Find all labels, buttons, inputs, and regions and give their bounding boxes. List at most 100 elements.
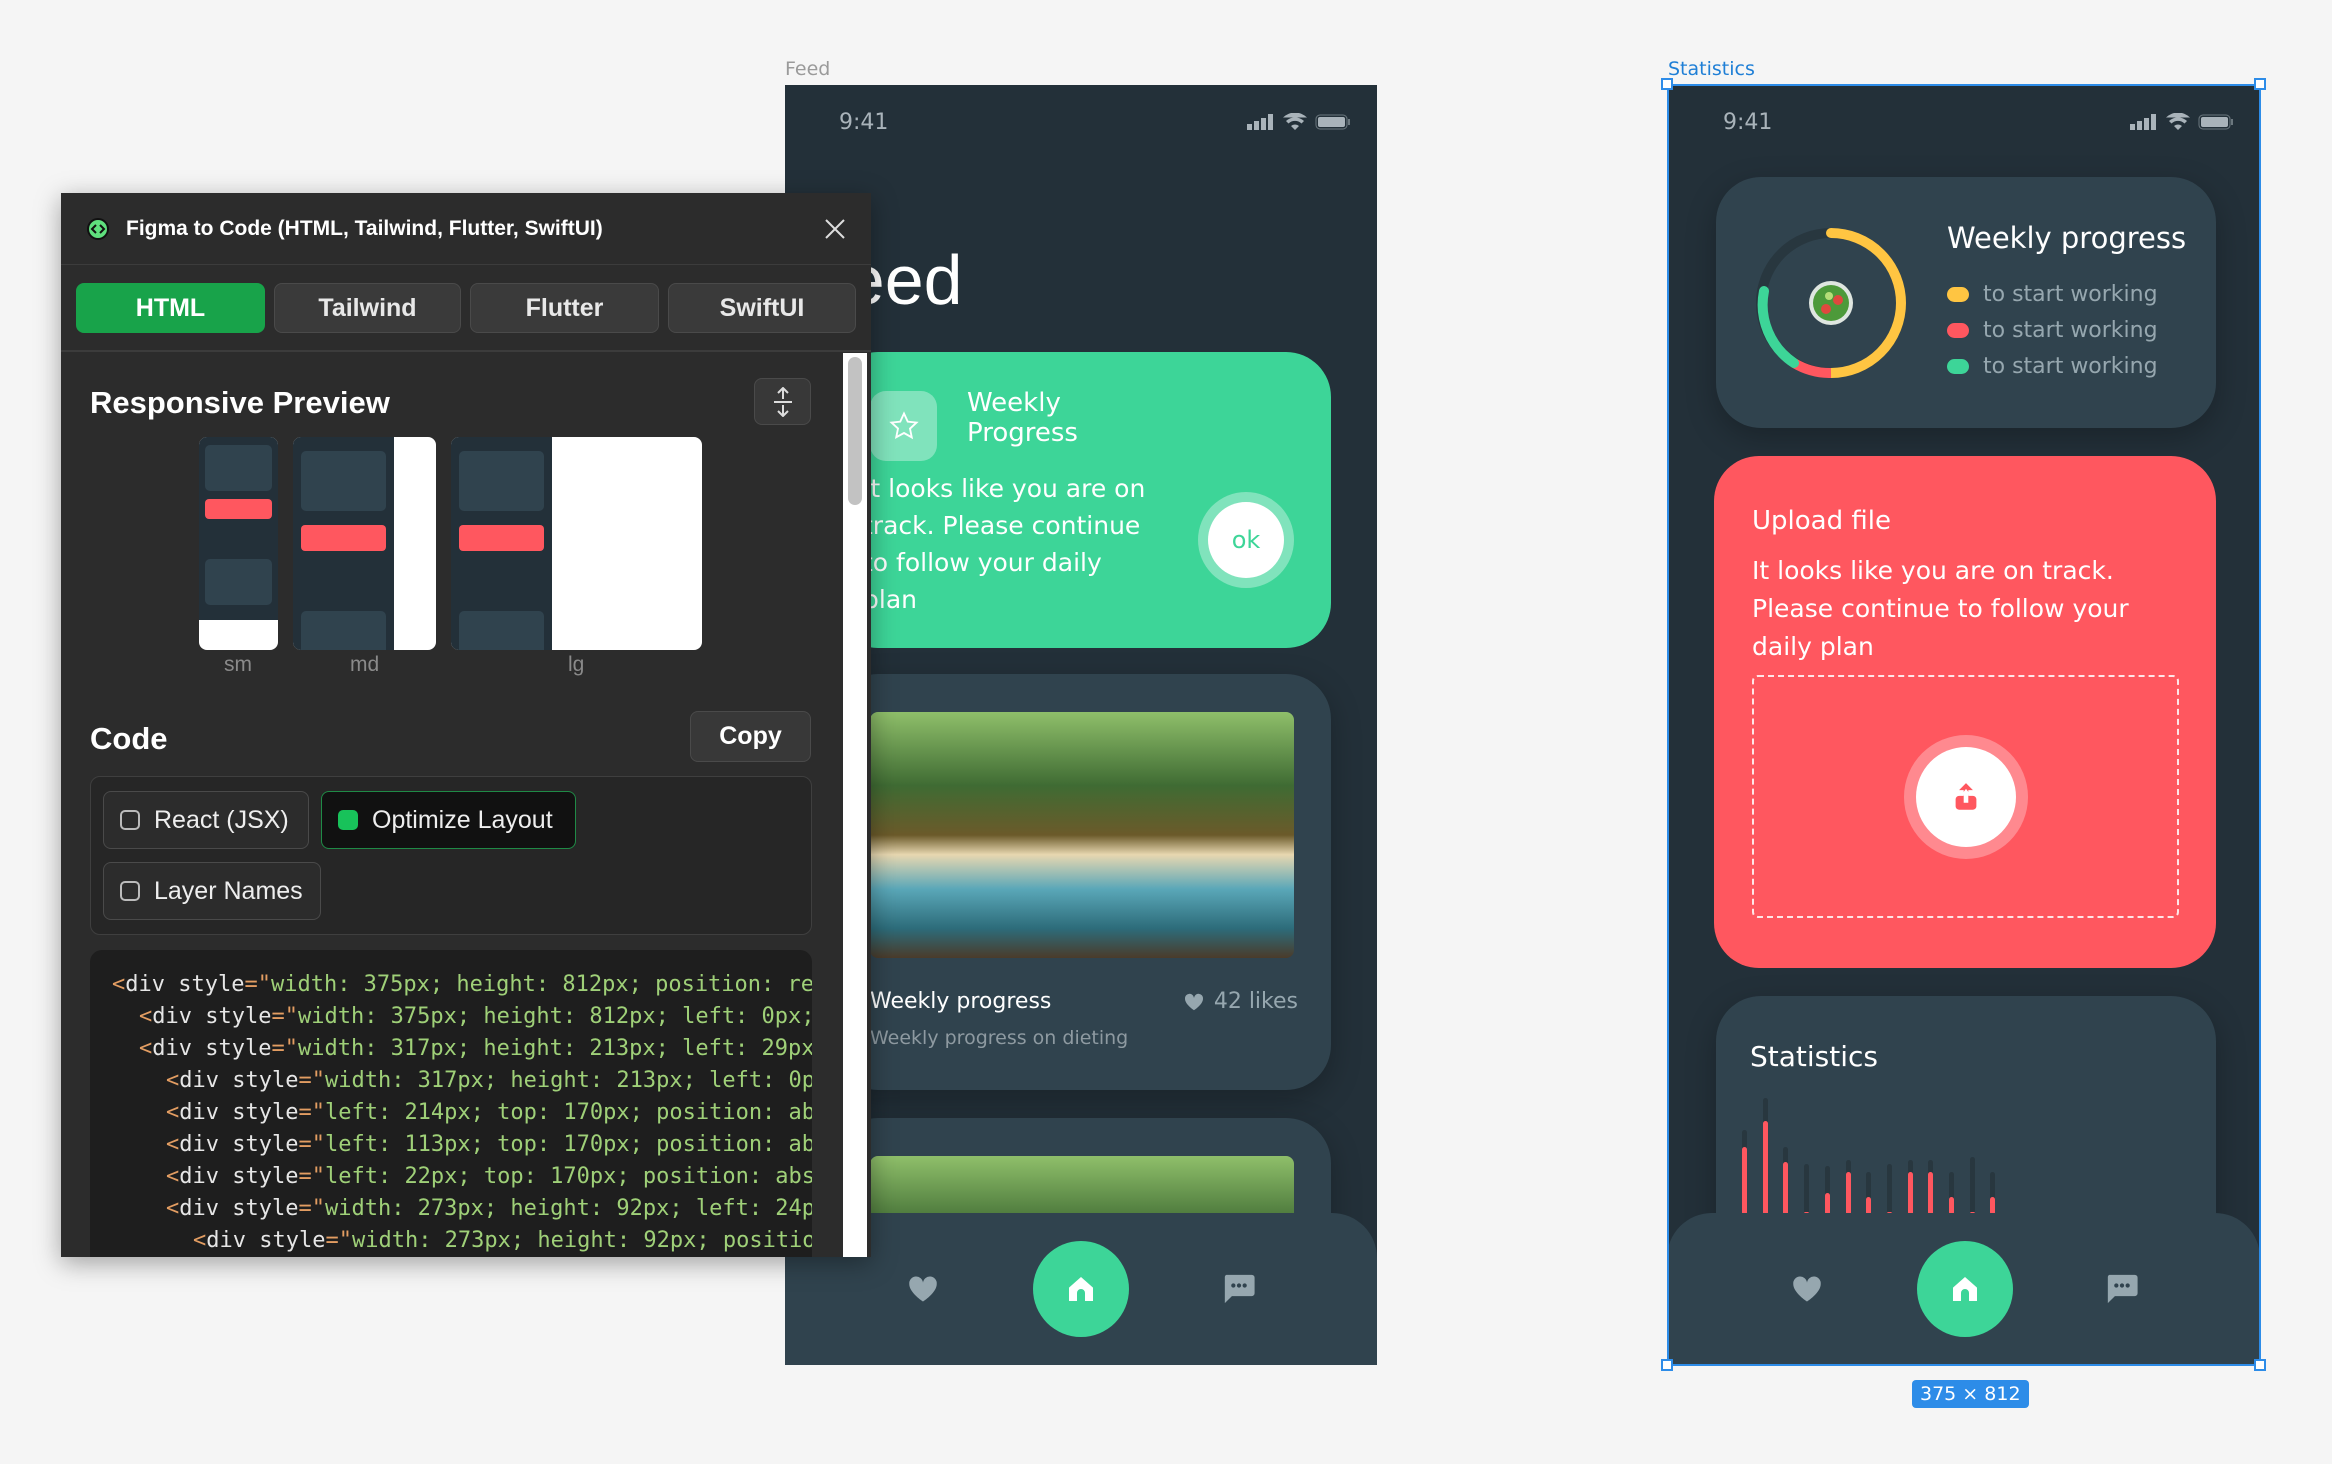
react-jsx-toggle[interactable]: React (JSX) <box>103 791 309 849</box>
weekly-progress-card[interactable]: Weekly progress to start working to star… <box>1716 177 2216 428</box>
plugin-header: Figma to Code (HTML, Tailwind, Flutter, … <box>61 193 871 265</box>
code-title: Code <box>90 721 168 756</box>
code-output[interactable]: <div style="width: 375px; height: 812px;… <box>90 950 812 1257</box>
tab-html[interactable]: HTML <box>76 283 265 333</box>
chat-icon[interactable] <box>1222 1273 1256 1305</box>
code-token: < <box>166 1132 180 1157</box>
tab-flutter[interactable]: Flutter <box>470 283 659 333</box>
size-badge: 375 × 812 <box>1912 1380 2029 1408</box>
code-token: < <box>112 972 126 997</box>
tab-swiftui[interactable]: SwiftUI <box>668 283 856 333</box>
wifi-icon <box>1283 113 1307 130</box>
legend-swatch <box>1947 286 1969 302</box>
status-icons <box>2130 113 2234 131</box>
drop-zone[interactable] <box>1752 675 2179 918</box>
code-token: div style <box>152 1036 272 1061</box>
resize-handle[interactable] <box>1661 1359 1673 1371</box>
code-token: < <box>166 1196 180 1221</box>
legend-label: to start working <box>1983 353 2158 379</box>
ok-button[interactable]: ok <box>1198 492 1294 588</box>
statistics-bars <box>1742 996 2042 1215</box>
frame-label-statistics[interactable]: Statistics <box>1668 58 1755 80</box>
signal-icon <box>2130 114 2156 130</box>
preview-lg[interactable] <box>451 437 702 650</box>
code-token: width: 317px; height: 213px; left: 0px <box>324 1068 812 1093</box>
scrollbar-track[interactable] <box>843 353 867 1257</box>
code-token: =" <box>271 1036 298 1061</box>
heart-icon[interactable] <box>1792 1275 1822 1303</box>
card-body: It looks like you are on track. Please c… <box>863 474 1146 614</box>
star-icon <box>870 391 937 461</box>
card-title: Weekly Progress <box>967 388 1078 448</box>
legend-item: to start working <box>1947 276 2158 312</box>
progress-donut <box>1756 228 1906 378</box>
code-token: width: 375px; height: 812px; position: r… <box>270 972 812 997</box>
code-token: =" <box>298 1100 325 1125</box>
wifi-icon <box>2166 113 2190 130</box>
heart-icon[interactable] <box>908 1275 938 1303</box>
code-line: <div style="left: 113px; top: 170px; pos… <box>166 1132 812 1157</box>
bar <box>1824 1193 1830 1215</box>
upload-card[interactable]: Upload file It looks like you are on tra… <box>1714 456 2216 968</box>
weekly-progress-card[interactable]: Weekly Progress It looks like you are on… <box>833 352 1331 648</box>
plugin-title: Figma to Code (HTML, Tailwind, Flutter, … <box>126 217 603 240</box>
home-button[interactable] <box>1033 1241 1129 1337</box>
resize-handle[interactable] <box>2254 78 2266 90</box>
close-icon[interactable] <box>824 218 846 240</box>
breakpoint-label: lg <box>568 653 585 676</box>
divider <box>61 350 871 352</box>
checkbox[interactable] <box>120 810 140 830</box>
preview-sm[interactable] <box>199 437 278 650</box>
resize-handle[interactable] <box>2254 1359 2266 1371</box>
expand-vertical-icon <box>773 386 792 417</box>
home-icon <box>1069 1277 1093 1301</box>
preview-md[interactable] <box>293 437 436 650</box>
figma-to-code-plugin: Figma to Code (HTML, Tailwind, Flutter, … <box>61 193 871 1257</box>
resize-handle[interactable] <box>1661 78 1673 90</box>
battery-icon <box>2198 114 2233 130</box>
frame-label-feed[interactable]: Feed <box>785 58 830 80</box>
checkbox[interactable] <box>120 881 140 901</box>
post-card[interactable]: Weekly progress Weekly progress on dieti… <box>833 674 1331 1090</box>
code-token: div style <box>152 1004 272 1029</box>
layer-names-toggle[interactable]: Layer Names <box>103 862 321 920</box>
code-token: width: 273px; height: 92px; left: 24px <box>324 1196 812 1221</box>
breakpoint-label: sm <box>224 653 252 676</box>
tab-tailwind[interactable]: Tailwind <box>274 283 461 333</box>
code-token: =" <box>325 1228 352 1253</box>
expand-button[interactable] <box>754 378 811 425</box>
scrollbar-thumb[interactable] <box>848 357 862 505</box>
post-title: Weekly progress <box>870 989 1052 1014</box>
checkbox-checked[interactable] <box>338 810 358 830</box>
upload-body: It looks like you are on track. Please c… <box>1752 556 2129 661</box>
code-token: =" <box>244 972 271 997</box>
upload-icon <box>1955 782 1976 810</box>
statistics-frame[interactable]: 9:41 Weekly progress to start working to… <box>1667 85 2260 1365</box>
heart-icon <box>1184 993 1203 1010</box>
optimize-layout-toggle[interactable]: Optimize Layout <box>321 791 576 849</box>
bar <box>1783 1162 1789 1215</box>
code-line: <div style="left: 214px; top: 170px; pos… <box>166 1100 812 1125</box>
feed-frame[interactable]: 9:41 Feed Weekly Progress It looks like … <box>785 85 1377 1365</box>
code-token: width: 273px; height: 92px; position <box>351 1228 812 1253</box>
chat-icon[interactable] <box>2105 1273 2139 1305</box>
legend-swatch <box>1947 358 1969 374</box>
code-token: =" <box>298 1164 325 1189</box>
bar <box>1742 1147 1747 1215</box>
code-token: div style <box>179 1100 299 1125</box>
code-token: =" <box>298 1068 325 1093</box>
option-label: Layer Names <box>154 876 303 905</box>
upload-button[interactable] <box>1903 734 2028 859</box>
copy-button[interactable]: Copy <box>690 711 811 762</box>
code-token: =" <box>298 1132 325 1157</box>
bar <box>1762 1121 1768 1215</box>
code-token: width: 317px; height: 213px; left: 29px; <box>297 1036 812 1061</box>
likes[interactable]: 42 likes <box>1184 989 1298 1014</box>
code-line: <div style="width: 375px; height: 812px;… <box>139 1004 812 1029</box>
code-token: div style <box>179 1164 299 1189</box>
legend-label: to start working <box>1983 281 2158 307</box>
home-button[interactable] <box>1917 1241 2013 1337</box>
likes-count: 42 likes <box>1213 989 1298 1014</box>
code-token: div style <box>206 1228 326 1253</box>
option-label: React (JSX) <box>154 805 289 834</box>
